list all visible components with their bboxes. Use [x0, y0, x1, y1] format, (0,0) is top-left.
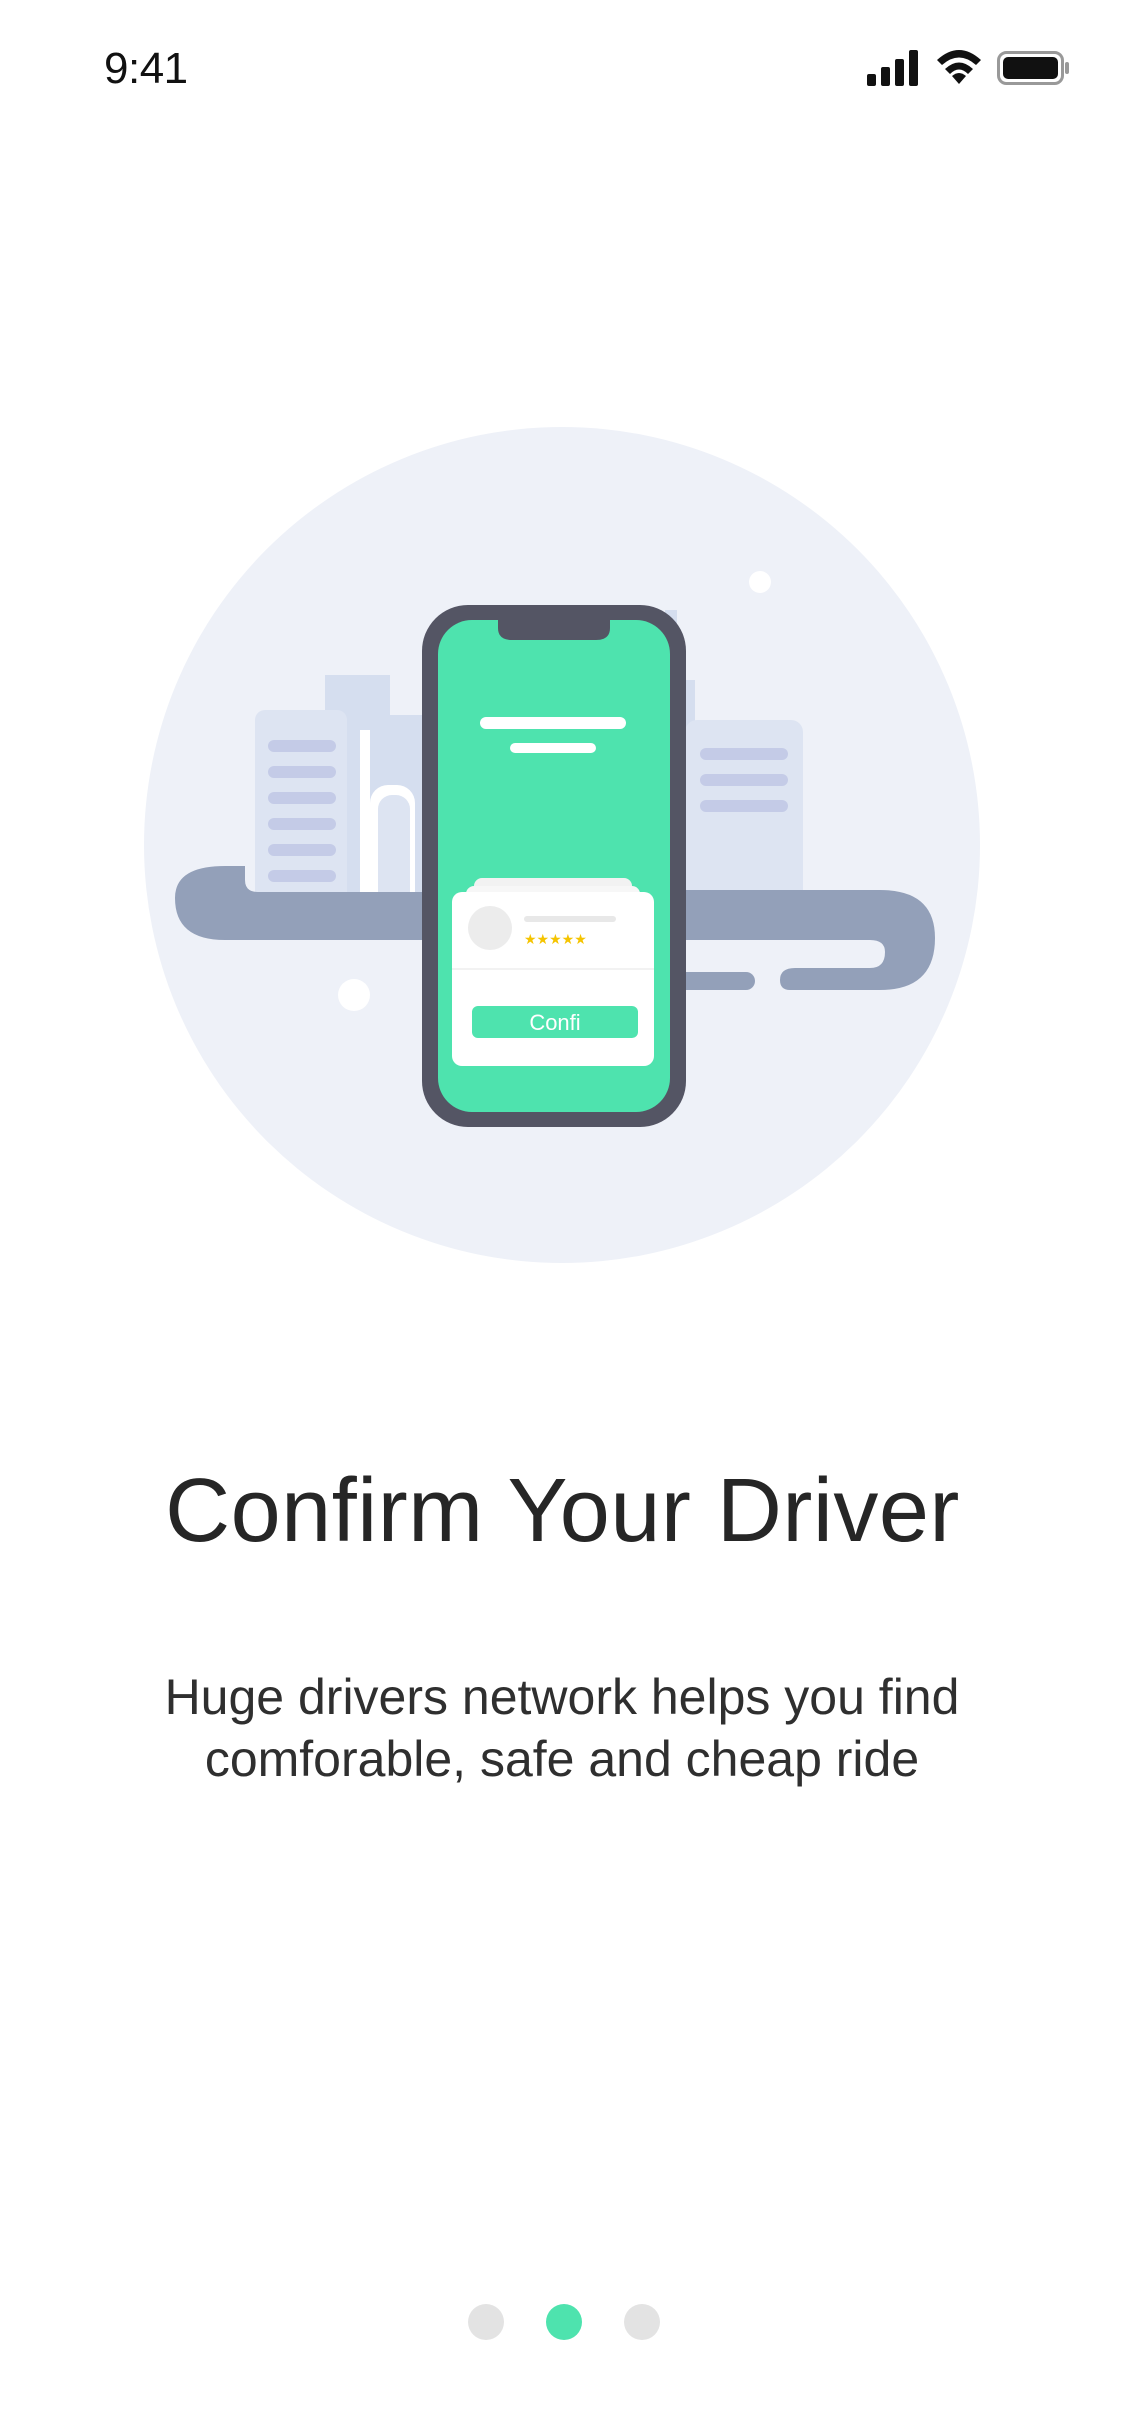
page-indicator	[0, 2304, 1125, 2344]
subtitle-line-2: comforable, safe and cheap ride	[204, 1731, 920, 1787]
page-subtitle: Huge drivers network helps you find comf…	[112, 1666, 1012, 1790]
cellular-signal-icon	[867, 50, 918, 86]
status-icons	[867, 48, 1077, 92]
battery-icon	[997, 51, 1069, 85]
wifi-icon	[937, 50, 981, 84]
page-title: Confirm Your Driver	[165, 1461, 960, 1561]
onboarding-illustration: ★★★★★ Confi	[0, 400, 1125, 1300]
page-dot-3[interactable]	[624, 2304, 660, 2340]
page-dot-1[interactable]	[468, 2304, 504, 2340]
rating-stars: ★★★★★	[524, 932, 587, 948]
subtitle-line-1: Huge drivers network helps you find	[164, 1669, 960, 1725]
status-bar: 9:41	[0, 0, 1125, 132]
page-dot-2-active[interactable]	[546, 2304, 582, 2340]
phone-illustration: ★★★★★ Confi	[422, 605, 686, 1127]
status-time: 9:41	[104, 44, 188, 93]
phone-confirm-button-label: Confi	[529, 1010, 580, 1035]
